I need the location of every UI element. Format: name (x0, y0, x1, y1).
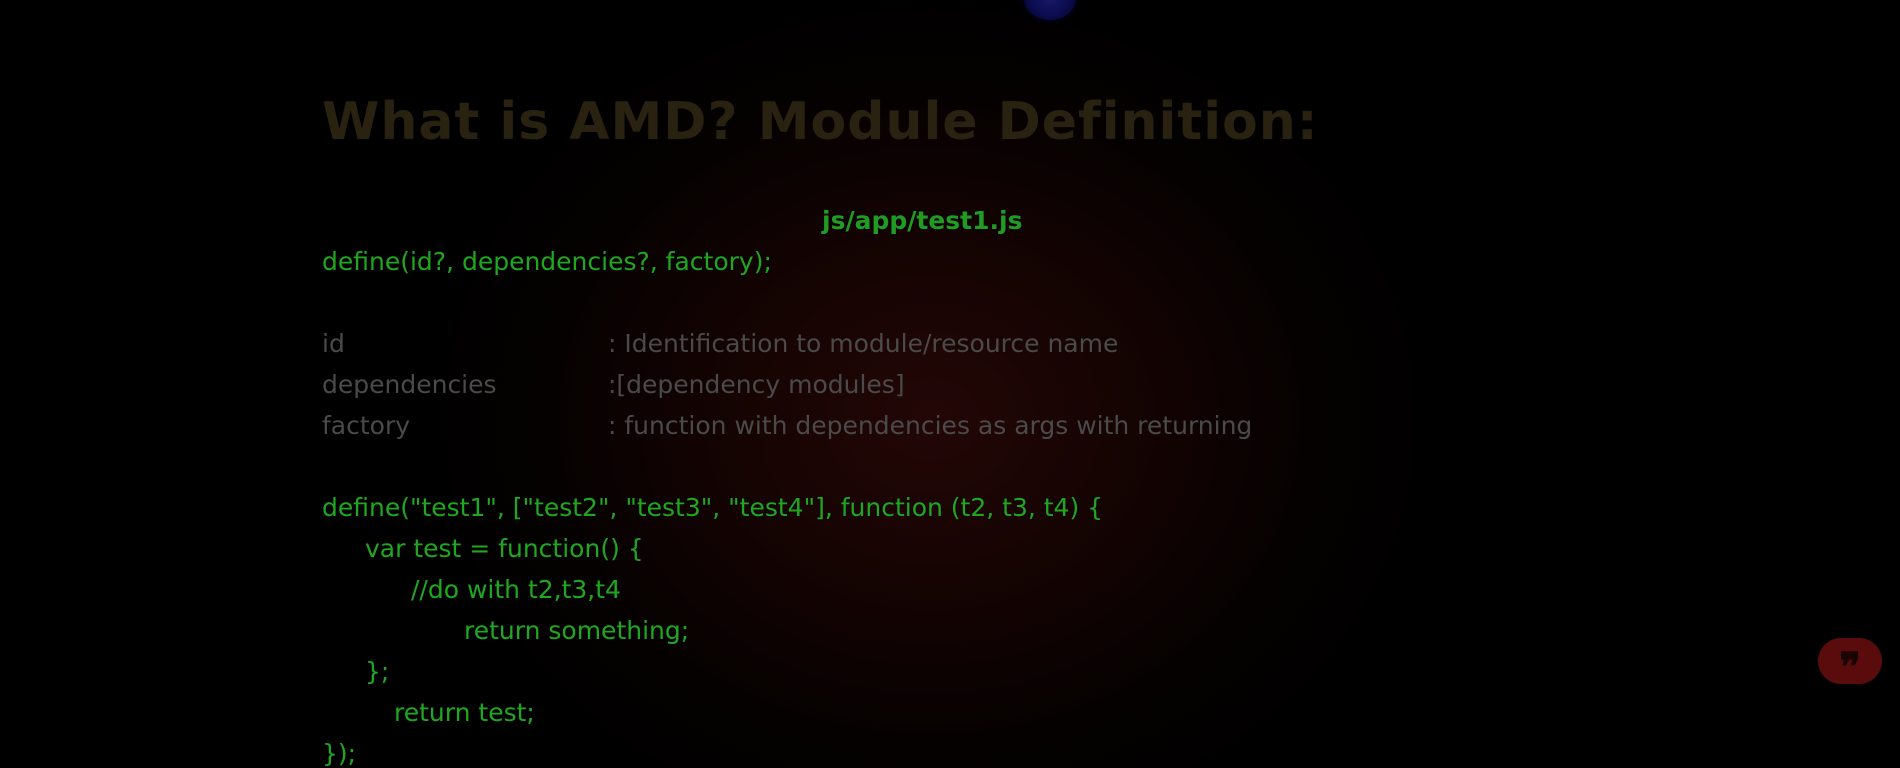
param-desc-dependencies: :[dependency modules] (608, 370, 905, 399)
file-name-caption: js/app/test1.js (822, 206, 1023, 235)
code-line: var test = function() { (365, 534, 644, 563)
code-line: return something; (464, 616, 690, 645)
code-line: }); (322, 739, 357, 768)
param-name-factory: factory (322, 411, 411, 440)
code-line: }; (365, 657, 390, 686)
param-name-id: id (322, 329, 345, 358)
code-line: return test; (394, 698, 535, 727)
param-desc-factory: : function with dependencies as args wit… (608, 411, 1253, 440)
quote-button[interactable]: ❞ (1818, 638, 1882, 691)
code-line: //do with t2,t3,t4 (411, 575, 621, 604)
code-line: define("test1", ["test2", "test3", "test… (322, 493, 1104, 522)
dot-indicator-icon (1024, 0, 1076, 20)
define-signature: define(id?, dependencies?, factory); (322, 247, 772, 276)
quote-icon: ❞ (1839, 644, 1861, 691)
slide-title: What is AMD? Module Definition: (322, 92, 1319, 152)
param-name-dependencies: dependencies (322, 370, 497, 399)
param-desc-id: : Identification to module/resource name (608, 329, 1119, 358)
slide-stage: What is AMD? Module Definition: js/app/t… (0, 0, 1900, 768)
